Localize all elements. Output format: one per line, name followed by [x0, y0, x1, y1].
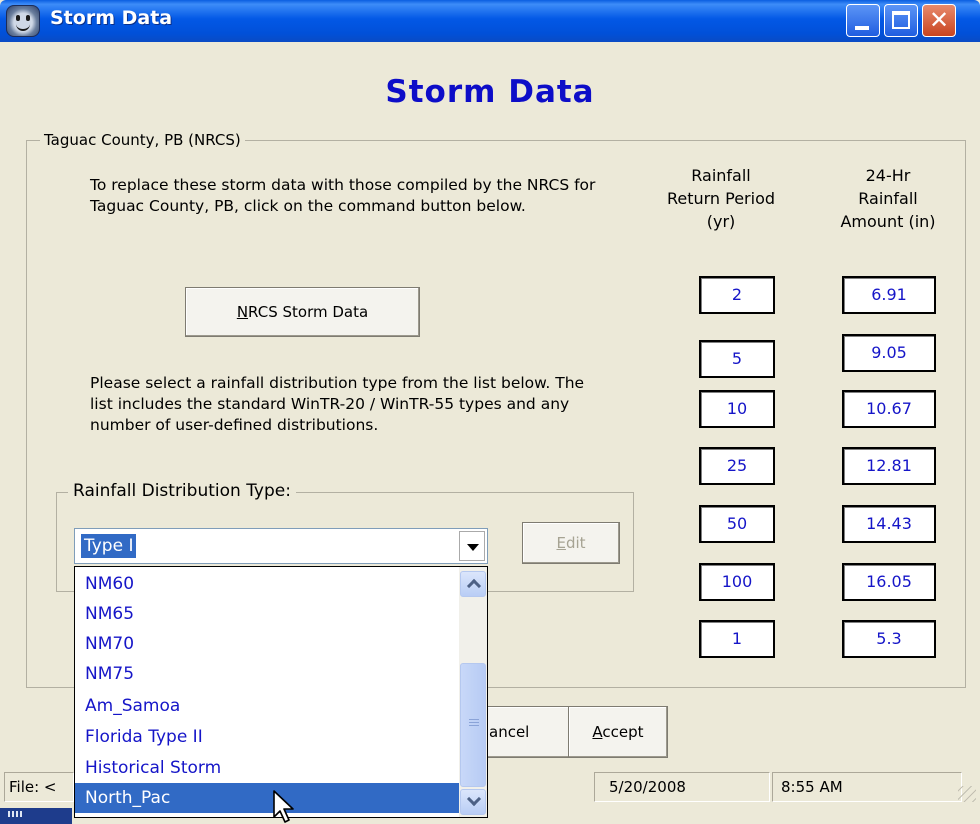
rainfall-amount-field[interactable]: 16.05 — [842, 563, 936, 601]
scroll-down-button[interactable] — [460, 789, 486, 815]
mouse-pointer-icon — [273, 790, 294, 823]
nrcs-instructions: To replace these storm data with those c… — [90, 176, 596, 215]
taskbar-fragment — [0, 808, 72, 824]
rainfall-amount-header: 24-Hr Rainfall Amount (in) — [828, 164, 948, 233]
rainfall-amount-field[interactable]: 9.05 — [842, 334, 936, 372]
list-item-selected[interactable]: North_Pac — [75, 783, 459, 813]
return-period-field[interactable]: 10 — [699, 390, 775, 428]
status-date-panel: 5/20/2008 — [594, 772, 770, 802]
list-item[interactable]: NM65 — [81, 599, 457, 629]
scroll-thumb[interactable] — [460, 663, 486, 787]
return-period-header-line: Rainfall — [691, 166, 751, 185]
window-title: Storm Data — [50, 7, 173, 29]
edit-button-label: dit — [565, 534, 586, 552]
minimize-button[interactable] — [846, 4, 880, 37]
chevron-down-icon — [467, 544, 479, 551]
rainfall-amount-field[interactable]: 12.81 — [842, 447, 936, 485]
title-bar[interactable]: Storm Data ✕ — [0, 0, 980, 42]
nrcs-button-mnemonic: N — [236, 303, 249, 321]
accept-button-label: ccept — [602, 723, 644, 741]
distribution-instructions: Please select a rainfall distribution ty… — [90, 374, 585, 434]
combobox-dropdown-button[interactable] — [459, 531, 485, 561]
chevron-down-icon — [466, 791, 482, 807]
page-heading: Storm Data — [385, 74, 595, 110]
return-period-field[interactable]: 5 — [699, 340, 775, 378]
return-period-field[interactable]: 2 — [699, 276, 775, 314]
grip-icon — [469, 719, 479, 727]
close-button[interactable]: ✕ — [922, 4, 956, 37]
accept-button[interactable]: Accept — [568, 706, 668, 758]
status-time-panel: 8:55 AM — [772, 772, 962, 802]
rainfall-amount-field[interactable]: 10.67 — [842, 390, 936, 428]
cancel-button-label: ancel — [489, 723, 530, 741]
accept-button-mnemonic: A — [592, 723, 603, 741]
app-icon — [6, 5, 40, 37]
return-period-field[interactable]: 1 — [699, 620, 775, 658]
return-period-field[interactable]: 50 — [699, 505, 775, 543]
rainfall-amount-header-line: Rainfall — [858, 189, 918, 208]
list-item[interactable]: NM70 — [81, 629, 457, 659]
rainfall-amount-header-line: Amount (in) — [840, 212, 936, 231]
return-period-header: Rainfall Return Period (yr) — [656, 164, 786, 233]
return-period-header-line: (yr) — [706, 212, 736, 231]
distribution-group-legend: Rainfall Distribution Type: — [68, 481, 296, 501]
distribution-dropdown-list[interactable]: NM60 NM65 NM70 NM75 Am_Samoa Florida Typ… — [74, 566, 488, 818]
minimize-icon — [855, 26, 869, 30]
maximize-button[interactable] — [884, 4, 918, 37]
return-period-header-line: Return Period — [666, 189, 776, 208]
rainfall-amount-header-line: 24-Hr — [865, 166, 911, 185]
list-item[interactable]: Florida Type II — [81, 722, 457, 752]
close-icon: ✕ — [928, 6, 950, 34]
combobox-selected-value: Type I — [81, 534, 137, 558]
list-item[interactable]: Historical Storm — [81, 753, 457, 783]
county-group-legend: Taguac County, PB (NRCS) — [40, 131, 245, 149]
dropdown-scrollbar[interactable] — [459, 567, 487, 817]
edit-button-mnemonic: E — [556, 534, 566, 552]
rainfall-amount-field[interactable]: 5.3 — [842, 620, 936, 658]
resize-grip[interactable] — [958, 786, 976, 802]
maximize-icon — [892, 11, 910, 29]
list-item[interactable]: NM75 — [81, 659, 457, 689]
chevron-up-icon — [466, 578, 482, 594]
nrcs-storm-data-button[interactable]: NRCS Storm Data — [185, 287, 420, 337]
rainfall-amount-field[interactable]: 6.91 — [842, 276, 936, 314]
edit-button[interactable]: Edit — [522, 522, 620, 564]
scroll-up-button[interactable] — [460, 571, 486, 597]
rainfall-amount-field[interactable]: 14.43 — [842, 505, 936, 543]
return-period-field[interactable]: 25 — [699, 447, 775, 485]
distribution-type-combobox[interactable]: Type I — [74, 528, 488, 564]
list-item[interactable]: Am_Samoa — [81, 691, 457, 721]
nrcs-button-label: RCS Storm Data — [248, 303, 369, 321]
return-period-field[interactable]: 100 — [699, 563, 775, 601]
list-item[interactable]: NM60 — [81, 569, 457, 599]
status-file-panel: File: < — [4, 772, 74, 802]
